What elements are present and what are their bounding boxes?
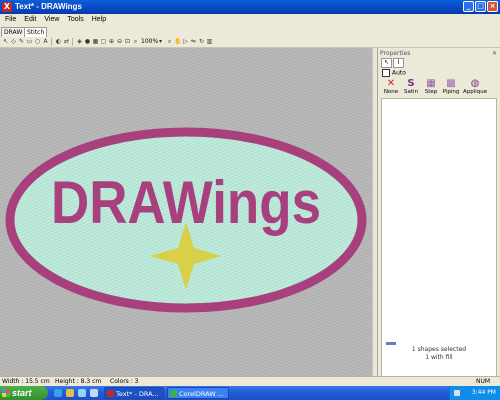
tab-stitch[interactable]: Stitch xyxy=(24,27,48,37)
desktop-icon[interactable] xyxy=(90,389,98,397)
pen-icon[interactable]: ✎ xyxy=(18,38,25,45)
network-icon[interactable] xyxy=(454,390,460,396)
node-icon[interactable]: ◈ xyxy=(76,38,83,45)
menu-edit[interactable]: Edit xyxy=(20,14,40,26)
auto-checkbox[interactable] xyxy=(382,69,390,77)
properties-slider[interactable] xyxy=(386,342,396,345)
tab-pointer[interactable]: ↖ xyxy=(381,58,392,68)
fill-status: 1 with fill xyxy=(425,354,453,361)
properties-panel: Properties ✕ ↖ Ⅰ Auto ✕ None S Satin ▦ St… xyxy=(377,48,500,392)
zoom-level[interactable]: 100% xyxy=(141,37,158,47)
step-icon: ▦ xyxy=(426,78,436,89)
app-icon: X xyxy=(2,2,12,12)
menu-bar: File Edit View Tools Help xyxy=(0,14,500,26)
system-tray: 3:44 PM xyxy=(449,386,500,400)
menu-help[interactable]: Help xyxy=(88,14,110,26)
window-title: Text* - DRAWings xyxy=(15,2,82,11)
applique-icon: ◍ xyxy=(470,78,480,89)
zoom-fit-icon[interactable]: ⊡ xyxy=(124,38,131,45)
properties-tabs: ↖ Ⅰ xyxy=(381,58,405,68)
none-icon: ✕ xyxy=(386,78,396,89)
zoom-out-icon[interactable]: ⊖ xyxy=(116,38,123,45)
close-icon[interactable]: ✕ xyxy=(492,49,497,58)
document-tabs: DRAW Stitch xyxy=(0,26,500,37)
task-coreldraw[interactable]: CorelDRAW ... xyxy=(167,387,229,399)
tab-needle[interactable]: Ⅰ xyxy=(393,58,404,68)
stitch-step[interactable]: ▦ Step xyxy=(421,79,441,96)
fill-icon[interactable]: ◐ xyxy=(55,38,62,45)
minimize-button[interactable]: _ xyxy=(463,1,474,12)
panel-title: Properties ✕ xyxy=(380,49,497,58)
rect-icon[interactable]: ▭ xyxy=(26,38,33,45)
text-tool-icon[interactable]: A xyxy=(42,38,49,45)
play-icon[interactable]: ▷ xyxy=(182,38,189,45)
rotate-icon[interactable]: ↻ xyxy=(198,38,205,45)
piping-icon: ▩ xyxy=(446,78,456,89)
search-icon[interactable]: ⌕ xyxy=(166,38,173,45)
stitch-none[interactable]: ✕ None xyxy=(381,79,401,96)
chevron-down-icon[interactable]: ▾ xyxy=(157,38,164,45)
stitch-satin[interactable]: S Satin xyxy=(401,79,421,96)
hand-icon[interactable]: ✋ xyxy=(174,38,181,45)
menu-view[interactable]: View xyxy=(40,14,63,26)
satin-icon: S xyxy=(407,78,415,89)
coreldraw-icon xyxy=(170,390,177,397)
toolbar: ↖ ◇ ✎ ▭ ○ A ◐ ⇄ ◈ ● ▦ ▢ ⊕ ⊖ ⊡ ⌕ 100% ▾ ⌕… xyxy=(0,37,500,48)
frame-icon[interactable]: ▢ xyxy=(100,38,107,45)
auto-checkbox-row[interactable]: Auto xyxy=(382,69,406,78)
close-button[interactable]: × xyxy=(487,1,498,12)
tab-draw[interactable]: DRAW xyxy=(1,27,26,37)
menu-tools[interactable]: Tools xyxy=(63,14,87,26)
grid-icon[interactable]: ▥ xyxy=(206,38,213,45)
clock: 3:44 PM xyxy=(471,389,496,396)
folder-icon[interactable] xyxy=(66,389,74,397)
color-icon[interactable]: ● xyxy=(84,38,91,45)
design-canvas[interactable]: DRAWings xyxy=(0,48,372,376)
maximize-button[interactable]: □ xyxy=(475,1,486,12)
stitch-applique[interactable]: ◍ Applique xyxy=(463,79,487,96)
arrange-icon[interactable]: ⇄ xyxy=(63,38,70,45)
menu-file[interactable]: File xyxy=(1,14,20,26)
zoom-page-icon[interactable]: ⌕ xyxy=(132,38,139,45)
zoom-in-icon[interactable]: ⊕ xyxy=(108,38,115,45)
mirror-icon[interactable]: ⇋ xyxy=(190,38,197,45)
pointer-icon[interactable]: ↖ xyxy=(2,38,9,45)
auto-label: Auto xyxy=(392,69,406,77)
palette-icon[interactable]: ▦ xyxy=(92,38,99,45)
task-drawings[interactable]: Text* - DRA... xyxy=(104,387,164,399)
media-icon[interactable] xyxy=(78,389,86,397)
internet-explorer-icon[interactable] xyxy=(54,389,62,397)
shape-icon[interactable]: ◇ xyxy=(10,38,17,45)
start-button[interactable]: start xyxy=(0,386,48,400)
stitch-piping[interactable]: ▩ Piping xyxy=(441,79,461,96)
drawings-icon xyxy=(107,390,114,397)
taskbar: start Text* - DRA... CorelDRAW ... 3:44 … xyxy=(0,386,500,400)
ellipse-icon[interactable]: ○ xyxy=(34,38,41,45)
windows-flag-icon xyxy=(2,389,10,397)
title-bar: X Text* - DRAWings _ □ × xyxy=(0,0,500,14)
selection-status: 1 shapes selected xyxy=(411,346,467,353)
